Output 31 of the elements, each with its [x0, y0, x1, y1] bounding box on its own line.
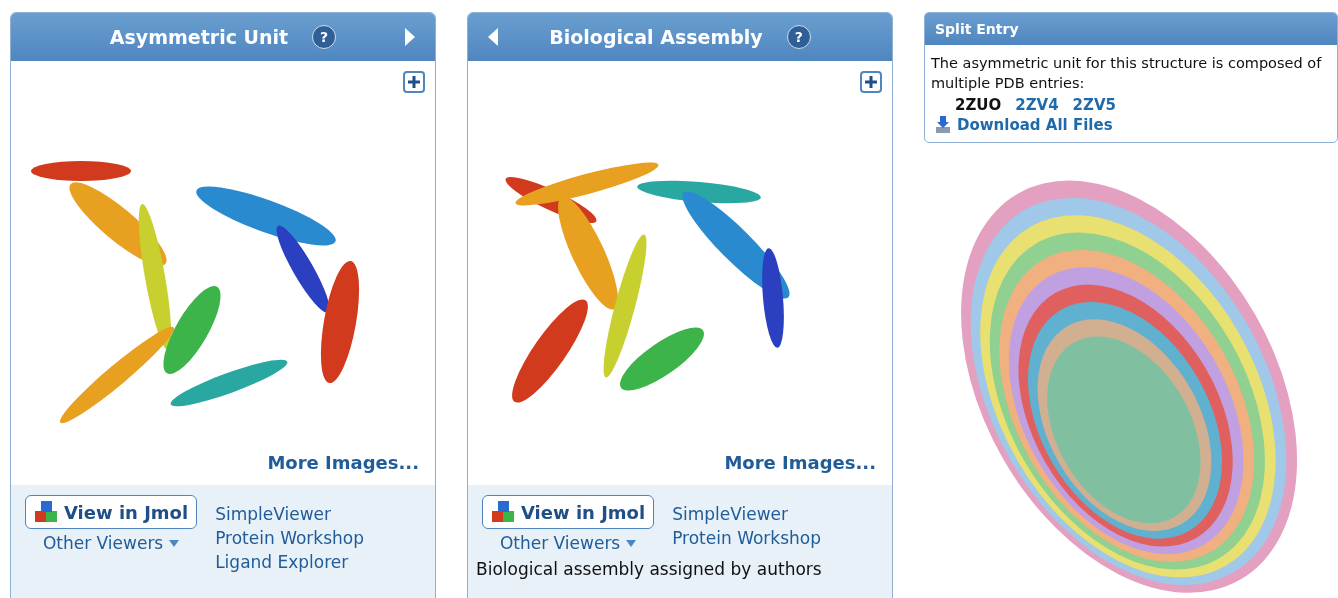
panel-title: Split Entry: [925, 13, 1337, 45]
view-in-jmol-button[interactable]: View in Jmol: [25, 495, 198, 529]
panel-title: Biological Assembly: [549, 26, 763, 48]
panel-title: Asymmetric Unit: [109, 26, 289, 48]
expand-plus-icon[interactable]: [403, 71, 425, 93]
other-viewers-dropdown[interactable]: Other Viewers: [499, 533, 637, 553]
viewer-link[interactable]: SimpleViewer: [215, 504, 421, 524]
entry-link[interactable]: 2ZUO: [955, 95, 1002, 114]
cubes-icon: [34, 500, 58, 524]
caret-icon: [169, 539, 180, 547]
viewer-link[interactable]: Ligand Explorer: [215, 552, 421, 572]
download-link[interactable]: Download All Files: [957, 115, 1113, 134]
view-in-jmol-button[interactable]: View in Jmol: [482, 495, 655, 529]
help-button[interactable]: ?: [786, 25, 811, 49]
cubes-icon: [491, 500, 515, 524]
entry-link[interactable]: 2ZV4: [1015, 95, 1059, 114]
expand-plus-icon[interactable]: [860, 71, 882, 93]
more-images-link[interactable]: More Images...: [267, 452, 419, 473]
more-images-link[interactable]: More Images...: [724, 452, 876, 473]
previous-arrow-icon[interactable]: [487, 27, 499, 47]
entry-link[interactable]: 2ZV5: [1072, 95, 1116, 114]
other-viewers-dropdown[interactable]: Other Viewers: [42, 533, 180, 553]
viewer-link[interactable]: Protein Workshop: [672, 528, 878, 548]
caret-icon: [626, 539, 637, 547]
viewer-link[interactable]: SimpleViewer: [672, 504, 878, 524]
help-button[interactable]: ?: [312, 25, 337, 49]
download-icon: [935, 115, 951, 134]
next-arrow-icon[interactable]: [404, 27, 416, 47]
split-entry-text: The asymmetric unit for this structure is composed of multiple PDB entries:: [931, 54, 1323, 94]
assembly-note: Biological assembly assigned by authors: [476, 559, 823, 579]
viewer-link[interactable]: Protein Workshop: [215, 528, 421, 548]
